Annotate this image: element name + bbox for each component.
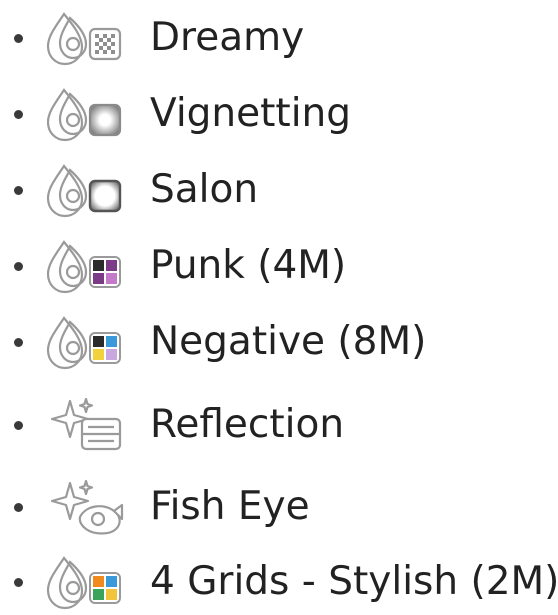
bullet — [14, 578, 23, 587]
bullet — [14, 503, 23, 512]
drop-four-grids-swatch-icon — [42, 554, 132, 614]
list-item-salon: Salon — [0, 158, 558, 218]
item-label: Fish Eye — [150, 484, 310, 529]
bullet — [14, 110, 23, 119]
list-item-reflection: Reflection — [0, 393, 558, 453]
item-label: Negative (8M) — [150, 319, 427, 364]
drop-dreamy-swatch-icon — [42, 10, 132, 70]
list-item-four-grids: 4 Grids - Stylish (2M) — [0, 550, 558, 610]
sparkle-reflection-icon — [42, 397, 132, 457]
list-item-punk: Punk (4M) — [0, 234, 558, 294]
sparkle-fisheye-icon — [42, 479, 132, 539]
item-label: Vignetting — [150, 91, 352, 136]
bullet — [14, 34, 23, 43]
item-label: Dreamy — [150, 15, 305, 60]
bullet — [14, 421, 23, 430]
list-item-negative: Negative (8M) — [0, 310, 558, 370]
list-item-vignetting: Vignetting — [0, 82, 558, 142]
bullet — [14, 262, 23, 271]
drop-salon-swatch-icon — [42, 162, 132, 222]
item-label: Salon — [150, 167, 259, 212]
bullet — [14, 186, 23, 195]
drop-punk-swatch-icon — [42, 238, 132, 298]
item-label: 4 Grids - Stylish (2M) — [150, 559, 558, 604]
list-item-fish-eye: Fish Eye — [0, 475, 558, 535]
drop-vignetting-swatch-icon — [42, 86, 132, 146]
item-label: Reflection — [150, 402, 345, 447]
item-label: Punk (4M) — [150, 243, 347, 288]
bullet — [14, 338, 23, 347]
list-item-dreamy: Dreamy — [0, 6, 558, 66]
drop-negative-swatch-icon — [42, 314, 132, 374]
